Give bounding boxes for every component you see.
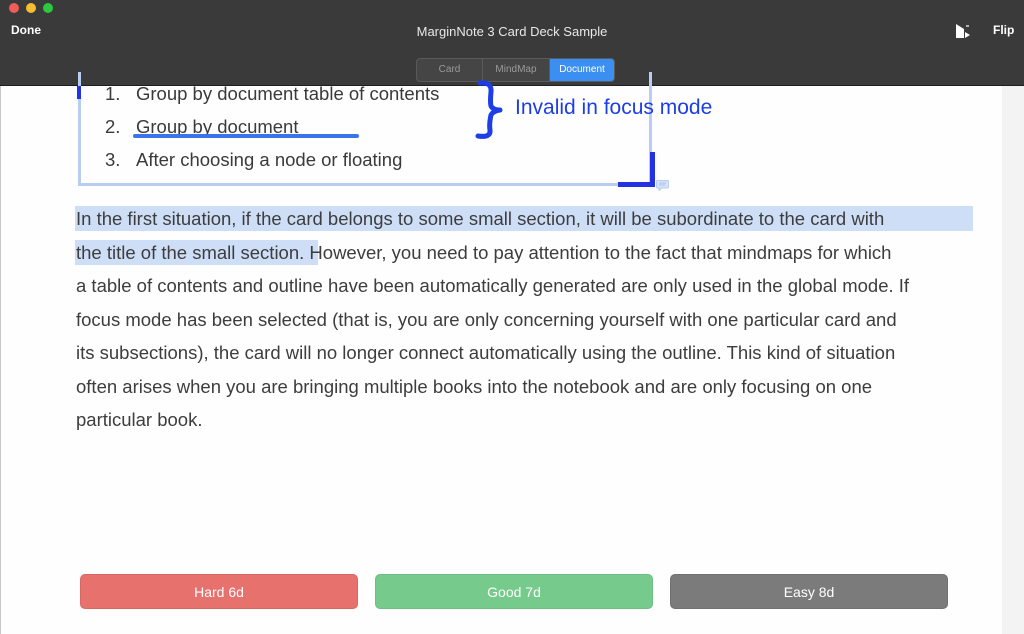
list-item: 3. After choosing a node or floating	[105, 149, 402, 171]
close-window-button[interactable]	[9, 3, 19, 13]
highlighted-text: the title of the small section	[76, 242, 300, 263]
paragraph-text: . However, you need to pay attention to …	[299, 242, 892, 263]
handwritten-annotation: Invalid in focus mode	[515, 96, 713, 119]
curly-brace-annotation	[475, 80, 503, 139]
paragraph-line: a table of contents and outline have bee…	[76, 275, 910, 296]
resize-handle-horizontal[interactable]	[618, 182, 655, 187]
easy-button[interactable]: Easy 8d	[670, 574, 948, 609]
good-button[interactable]: Good 7d	[375, 574, 653, 609]
flip-button[interactable]: Flip	[993, 23, 1014, 37]
comment-icon[interactable]	[656, 180, 669, 191]
zoom-window-button[interactable]	[43, 3, 53, 13]
list-number: 3.	[105, 149, 121, 170]
flip-card-icon[interactable]	[954, 22, 972, 40]
list-text: After choosing a node or floating	[136, 149, 403, 170]
app-window: Done MarginNote 3 Card Deck Sample Flip …	[0, 0, 1024, 634]
selection-marker	[77, 86, 81, 99]
paragraph-line: its subsections), the card will no longe…	[76, 342, 896, 363]
hard-button[interactable]: Hard 6d	[80, 574, 358, 609]
handwritten-underline	[133, 134, 359, 138]
list-number: 2.	[105, 116, 121, 137]
scroll-gutter[interactable]	[1002, 86, 1024, 634]
paragraph-line: focus mode has been selected (that is, y…	[76, 309, 897, 330]
list-item: 1. Group by document table of contents	[105, 83, 439, 105]
left-border	[0, 86, 1, 634]
window-title: MarginNote 3 Card Deck Sample	[416, 24, 608, 39]
paragraph-line: In the first situation, if the card belo…	[76, 208, 885, 229]
minimize-window-button[interactable]	[26, 3, 36, 13]
paragraph-line: particular book.	[76, 409, 203, 430]
paragraph-line: often arises when you are bringing multi…	[76, 376, 873, 397]
list-text: Group by document table of contents	[136, 83, 440, 104]
paragraph-line: the title of the small section. However,…	[76, 242, 891, 264]
list-number: 1.	[105, 83, 121, 104]
